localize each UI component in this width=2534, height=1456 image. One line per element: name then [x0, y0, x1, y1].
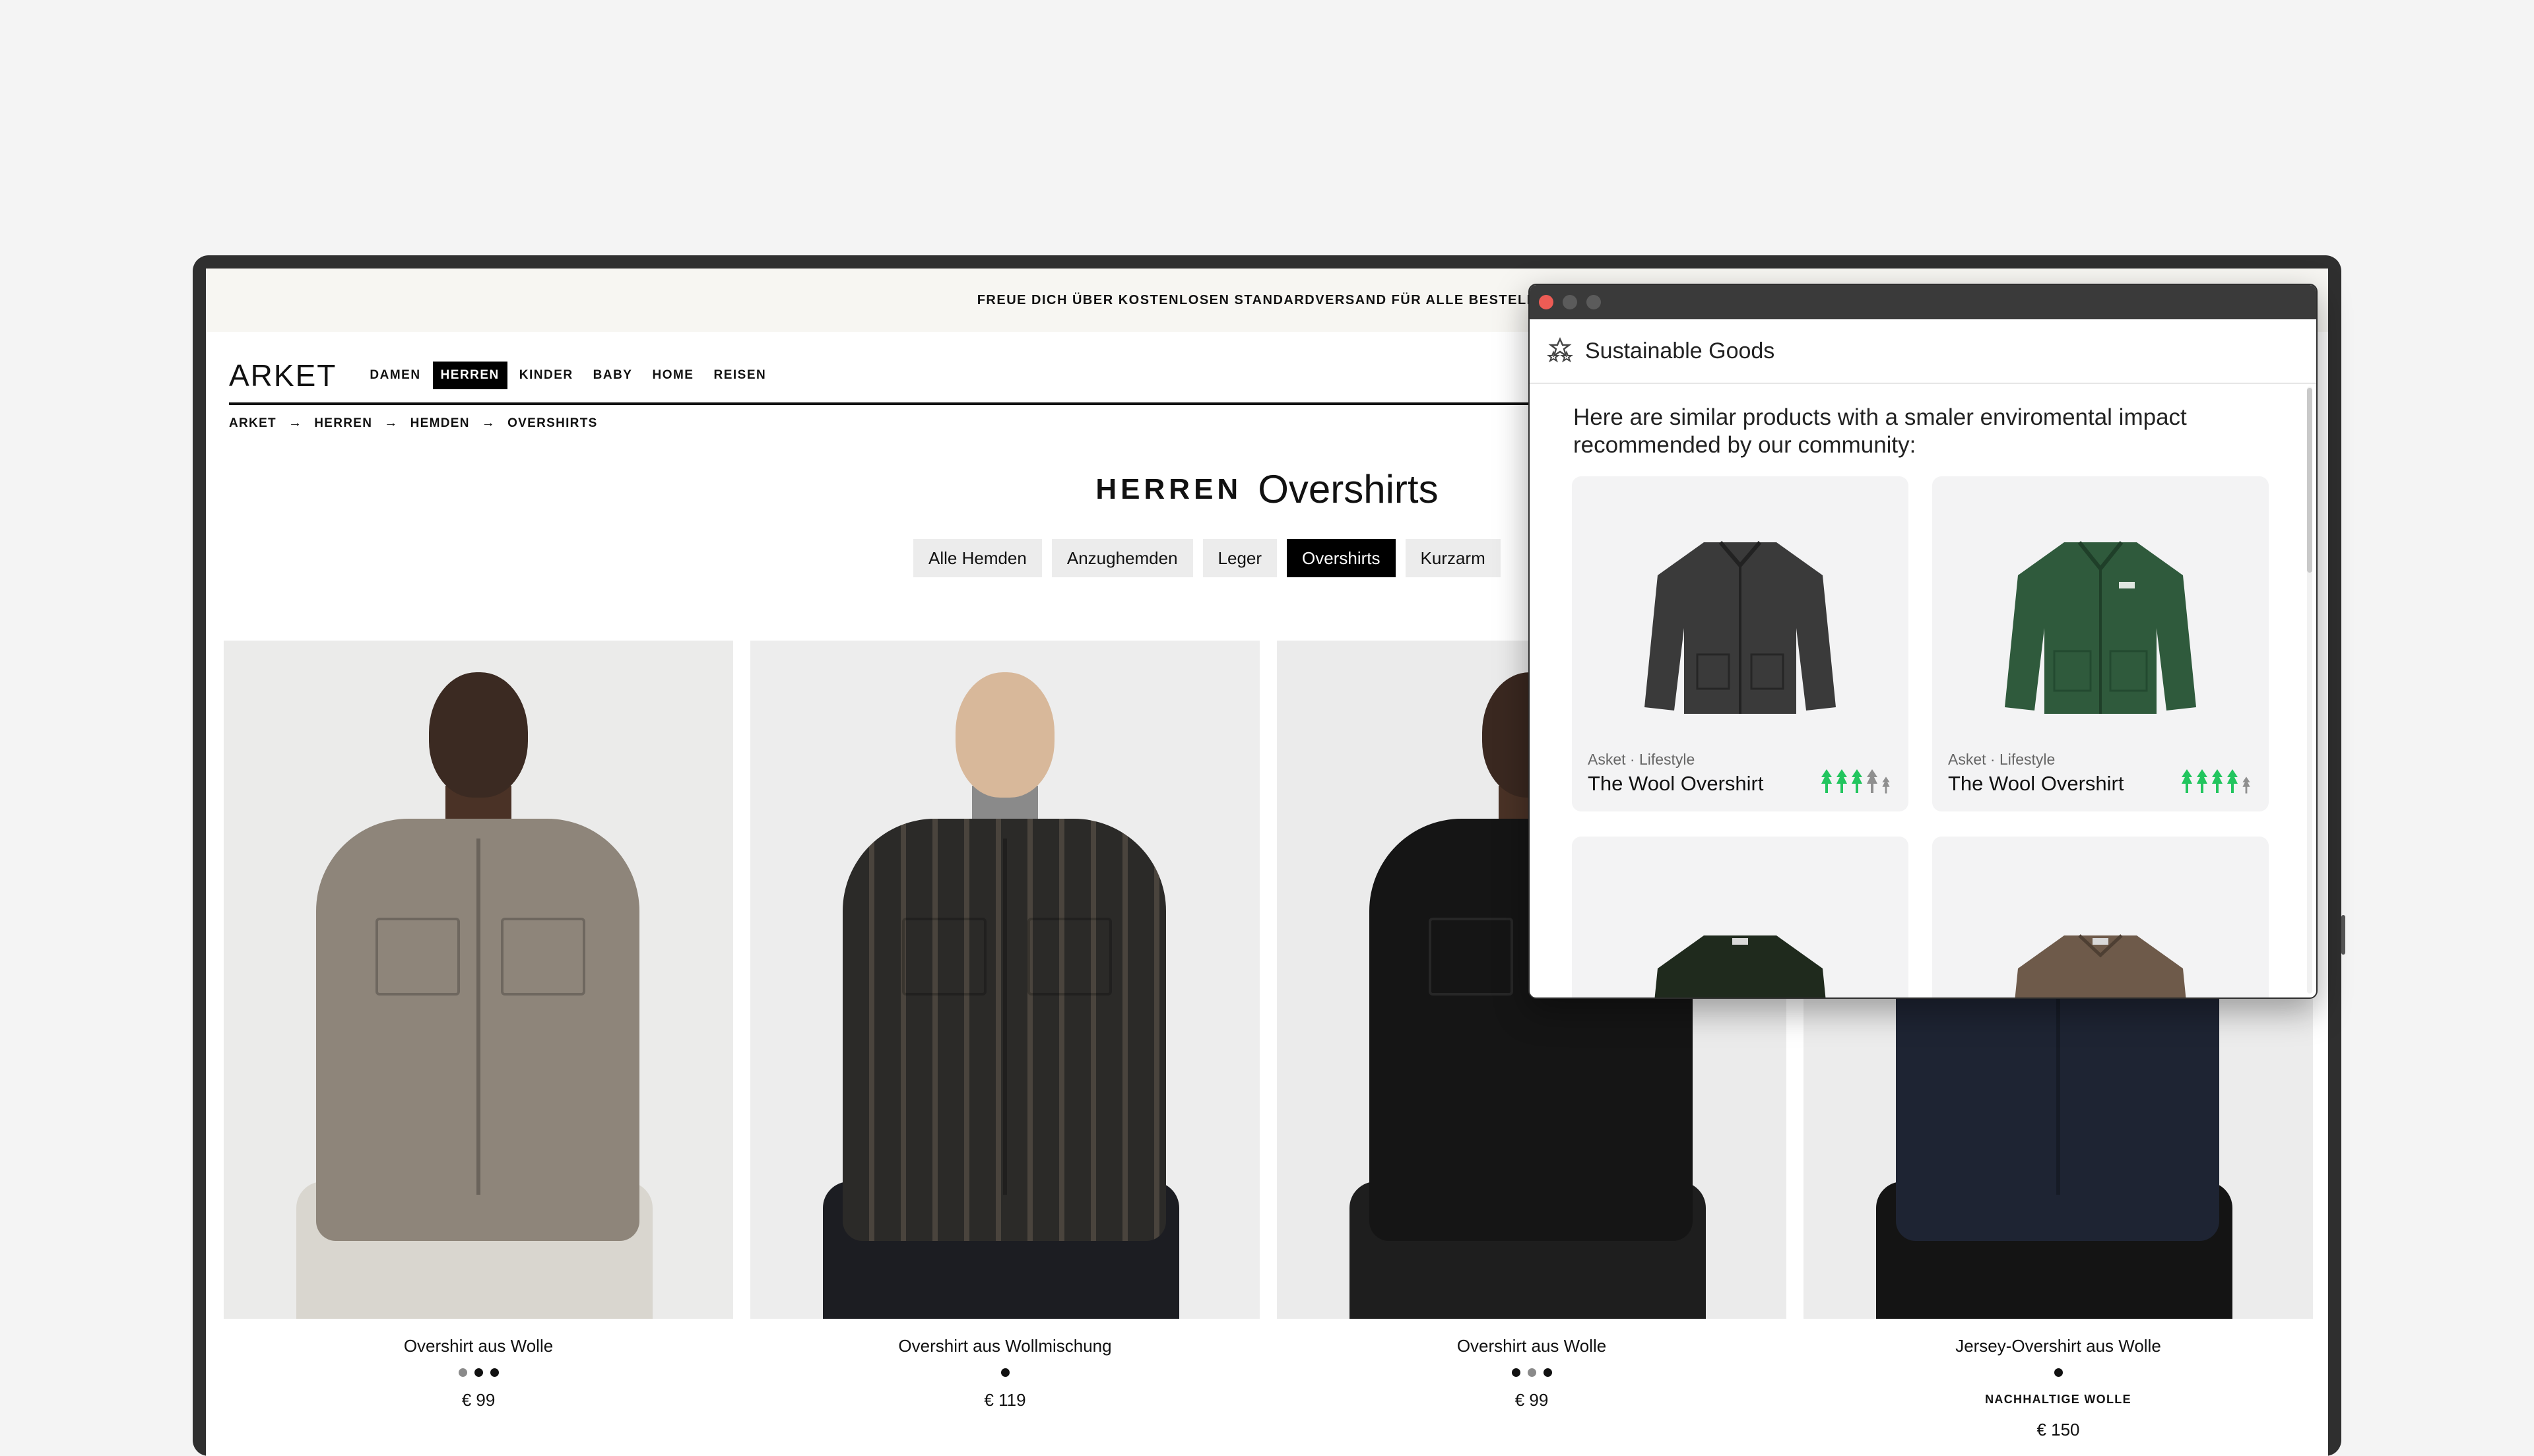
- product-name[interactable]: Jersey-Overshirt aus Wolle: [1803, 1336, 2313, 1356]
- minimize-window-icon[interactable]: [1563, 295, 1577, 309]
- recommendation-card[interactable]: Asket · Lifestyle The Wool Overshirt: [1932, 476, 2269, 811]
- product-card[interactable]: Overshirt aus Wolle € 99: [224, 641, 733, 1410]
- page-title-section: HERREN: [1095, 472, 1243, 505]
- popup-title: Sustainable Goods: [1585, 338, 1775, 364]
- model-head: [429, 672, 528, 798]
- card-product-name[interactable]: The Wool Overshirt: [1948, 772, 2124, 796]
- impact-rating: [1820, 768, 1891, 794]
- sustainable-goods-window: Sustainable Goods Here are similar produ…: [1528, 284, 2318, 999]
- filter-alle-hemden[interactable]: Alle Hemden: [913, 539, 1042, 577]
- product-name[interactable]: Overshirt aus Wollmischung: [750, 1336, 1260, 1356]
- color-swatches: [1277, 1368, 1786, 1377]
- nav-item-herren[interactable]: HERREN: [432, 361, 507, 389]
- jacket-placket: [476, 839, 480, 1195]
- breadcrumb-arket[interactable]: ARKET: [229, 416, 276, 431]
- model-head: [956, 672, 1055, 798]
- window-titlebar[interactable]: [1530, 285, 2316, 319]
- tree-filled-icon: [1821, 769, 1832, 793]
- sustainable-goods-logo-icon: [1547, 336, 1573, 366]
- frame-edge: [2341, 915, 2345, 955]
- product-thumbnail[interactable]: [2001, 889, 2199, 997]
- color-swatches: [1803, 1368, 2313, 1377]
- popup-header: Sustainable Goods: [1530, 319, 2316, 384]
- card-brand-meta: Asket · Lifestyle: [1588, 751, 1695, 768]
- impact-rating: [2180, 768, 2252, 794]
- tree-empty-icon: [1882, 776, 1890, 794]
- color-swatch[interactable]: [1511, 1368, 1520, 1377]
- tree-empty-icon: [2242, 776, 2250, 794]
- jacket-pocket: [501, 918, 585, 996]
- filter-overshirts[interactable]: Overshirts: [1287, 539, 1396, 577]
- nav-item-home[interactable]: HOME: [644, 362, 701, 389]
- category-filters: Alle Hemden Anzughemden Leger Overshirts…: [913, 539, 1501, 577]
- page-title-main: Overshirts: [1258, 467, 1439, 511]
- nav-item-reisen[interactable]: REISEN: [705, 362, 774, 389]
- color-swatches: [224, 1368, 733, 1377]
- product-price: € 119: [984, 1390, 1026, 1410]
- scrollbar-thumb[interactable]: [2307, 388, 2312, 573]
- jacket-pocket: [375, 918, 460, 996]
- tree-filled-icon: [2227, 769, 2238, 793]
- nav-item-damen[interactable]: DAMEN: [362, 362, 428, 389]
- product-card[interactable]: Overshirt aus Wollmischung € 119: [750, 641, 1260, 1410]
- jacket-pocket: [1027, 918, 1112, 996]
- recommendation-card[interactable]: [1572, 837, 1908, 997]
- color-swatches: [750, 1368, 1260, 1377]
- product-price: € 99: [1514, 1390, 1549, 1410]
- jacket-pocket: [902, 918, 987, 996]
- recommendation-intro: Here are similar products with a smaler …: [1573, 404, 2187, 458]
- jacket-pocket: [1429, 918, 1513, 996]
- recommendation-card[interactable]: Asket · Lifestyle The Wool Overshirt: [1572, 476, 1908, 811]
- breadcrumb-hemden[interactable]: HEMDEN: [410, 416, 470, 431]
- sustainability-badge: NACHHALTIGE WOLLE: [1985, 1393, 2131, 1406]
- color-swatch[interactable]: [458, 1368, 467, 1377]
- recommendation-card[interactable]: [1932, 837, 2269, 997]
- main-nav: DAMEN HERREN KINDER BABY HOME REISEN: [362, 361, 774, 389]
- product-thumbnail[interactable]: [2001, 529, 2199, 727]
- arket-logo[interactable]: ARKET: [229, 358, 337, 393]
- maximize-window-icon[interactable]: [1586, 295, 1601, 309]
- color-swatch[interactable]: [1000, 1368, 1010, 1377]
- tree-filled-icon: [2197, 769, 2207, 793]
- tree-filled-icon: [2212, 769, 2223, 793]
- nav-item-baby[interactable]: BABY: [585, 362, 641, 389]
- product-image[interactable]: [750, 641, 1260, 1319]
- product-image[interactable]: [224, 641, 733, 1319]
- jacket-placket: [1003, 839, 1007, 1195]
- breadcrumb-herren[interactable]: HERREN: [314, 416, 372, 431]
- filter-leger[interactable]: Leger: [1202, 539, 1278, 577]
- tree-filled-icon: [2182, 769, 2192, 793]
- arrow-right-icon: →: [288, 416, 303, 430]
- breadcrumb: ARKET → HERREN → HEMDEN → OVERSHIRTS: [229, 416, 598, 431]
- arrow-right-icon: →: [384, 416, 399, 430]
- color-swatch[interactable]: [474, 1368, 483, 1377]
- nav-item-kinder[interactable]: KINDER: [511, 362, 581, 389]
- color-swatch[interactable]: [490, 1368, 499, 1377]
- product-price: € 150: [2036, 1420, 2080, 1440]
- tree-filled-icon: [1836, 769, 1847, 793]
- product-thumbnail[interactable]: [1641, 889, 1839, 997]
- product-price: € 99: [461, 1390, 496, 1410]
- color-swatch[interactable]: [1543, 1368, 1552, 1377]
- product-thumbnail[interactable]: [1641, 529, 1839, 727]
- filter-kurzarm[interactable]: Kurzarm: [1405, 539, 1501, 577]
- tree-filled-icon: [1852, 769, 1862, 793]
- product-name[interactable]: Overshirt aus Wolle: [224, 1336, 733, 1356]
- card-brand-meta: Asket · Lifestyle: [1948, 751, 2056, 768]
- card-product-name[interactable]: The Wool Overshirt: [1588, 772, 1763, 796]
- product-name[interactable]: Overshirt aus Wolle: [1277, 1336, 1786, 1356]
- promo-text: FREUE DICH ÜBER KOSTENLOSEN STANDARDVERS…: [977, 292, 1557, 307]
- color-swatch[interactable]: [1527, 1368, 1536, 1377]
- breadcrumb-overshirts[interactable]: OVERSHIRTS: [507, 416, 598, 431]
- arrow-right-icon: →: [481, 416, 496, 430]
- tree-empty-icon: [1867, 769, 1877, 793]
- popup-body: Here are similar products with a smaler …: [1530, 384, 2316, 997]
- close-window-icon[interactable]: [1539, 295, 1553, 309]
- color-swatch[interactable]: [2054, 1368, 2063, 1377]
- filter-anzughemden[interactable]: Anzughemden: [1051, 539, 1193, 577]
